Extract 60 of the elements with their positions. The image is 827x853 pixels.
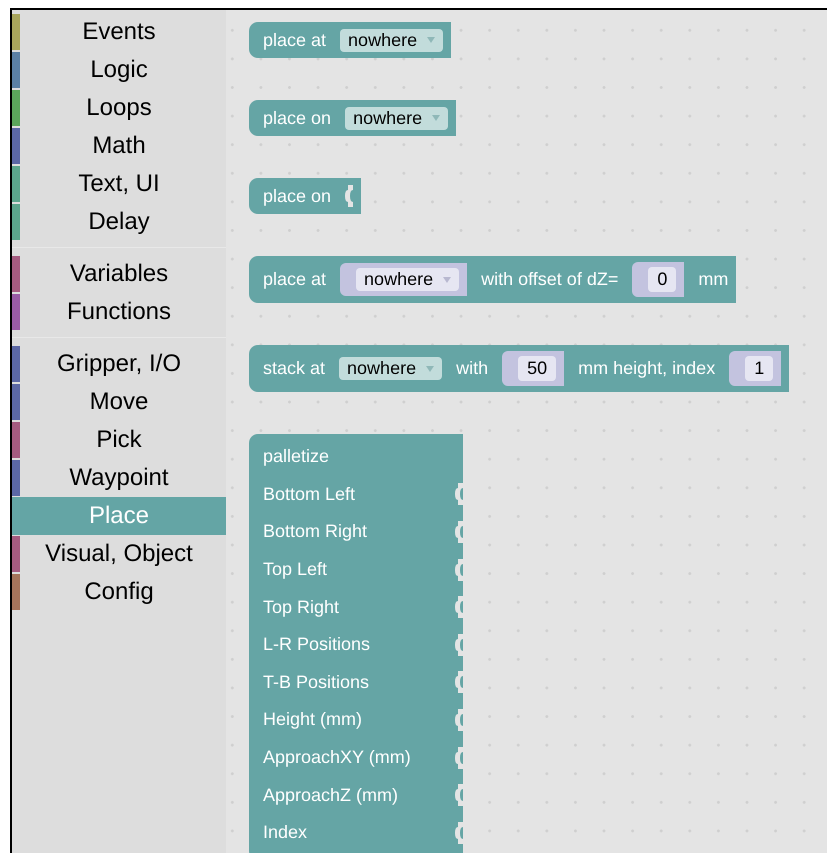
input-notch-icon [455, 483, 463, 506]
category-item[interactable]: Delay [12, 203, 226, 241]
number-field[interactable]: 50 [518, 356, 556, 381]
category-item[interactable]: Text, UI [12, 165, 226, 203]
input-notch-icon [455, 784, 463, 806]
input-label: Height (mm) [263, 709, 362, 730]
block-label: mm height, index [578, 358, 716, 379]
category-item[interactable]: Math [12, 127, 226, 165]
block-label: mm [698, 269, 728, 290]
category-item[interactable]: Variables [12, 255, 226, 293]
code-block[interactable]: place at nowhere with offset of dZ= 0 mm [249, 256, 736, 303]
input-notch-icon [455, 634, 463, 656]
caret-icon [443, 276, 452, 282]
input-notch-icon [455, 671, 463, 694]
input-notch-icon [345, 185, 354, 207]
input-notch-icon [455, 708, 463, 731]
category-item[interactable]: Visual, Object [12, 535, 226, 573]
input-label: ApproachZ (mm) [263, 784, 398, 806]
category-item[interactable]: Events [12, 13, 226, 51]
input-notch-icon [455, 596, 463, 618]
category-item[interactable]: Pick [12, 421, 226, 459]
category-item[interactable]: Move [12, 383, 226, 421]
block-label: with offset of dZ= [481, 269, 618, 290]
dropdown-field[interactable]: nowhere [356, 268, 460, 291]
input-label: Index [263, 822, 308, 844]
dropdown-field[interactable]: nowhere [345, 106, 448, 130]
input-notch-icon [455, 520, 463, 543]
category-item[interactable]: Logic [12, 51, 226, 89]
input-label: ApproachXY (mm) [263, 747, 411, 768]
code-block[interactable]: place at nowhere [249, 22, 452, 58]
code-block[interactable]: place on nowhere [249, 100, 456, 136]
caret-icon [432, 115, 440, 121]
number-field[interactable]: 0 [648, 267, 676, 292]
block-label: with [456, 358, 488, 379]
category-item[interactable]: Loops [12, 89, 226, 127]
category-item[interactable]: Gripper, I/O [12, 345, 226, 383]
dropdown-field[interactable]: nowhere [339, 357, 442, 380]
input-label: Bottom Right [263, 521, 368, 542]
category-item[interactable]: Functions [12, 293, 226, 331]
input-label: Top Left [263, 559, 328, 580]
category-item[interactable]: Waypoint [12, 459, 226, 497]
input-label: T-B Positions [263, 672, 370, 693]
block-label: place at [263, 30, 326, 50]
block-title: palletize [263, 446, 330, 468]
input-notch-icon [455, 822, 463, 844]
input-label: Top Right [263, 596, 340, 618]
code-block[interactable]: stack at nowhere with 50 mm height, index 1 [249, 345, 790, 392]
block-label: stack at [263, 358, 326, 379]
input-notch-icon [455, 746, 463, 769]
caret-icon [426, 366, 434, 372]
input-label: L-R Positions [263, 634, 370, 656]
block-label: place on [263, 186, 332, 206]
block-label: place on [263, 108, 332, 128]
input-label: Bottom Left [263, 484, 356, 505]
block-label: place at [263, 269, 326, 290]
input-notch-icon [455, 558, 463, 581]
caret-icon [427, 37, 436, 43]
dropdown-field[interactable]: nowhere [340, 28, 444, 52]
number-field[interactable]: 1 [745, 356, 774, 381]
category-item[interactable]: Config [12, 573, 226, 611]
